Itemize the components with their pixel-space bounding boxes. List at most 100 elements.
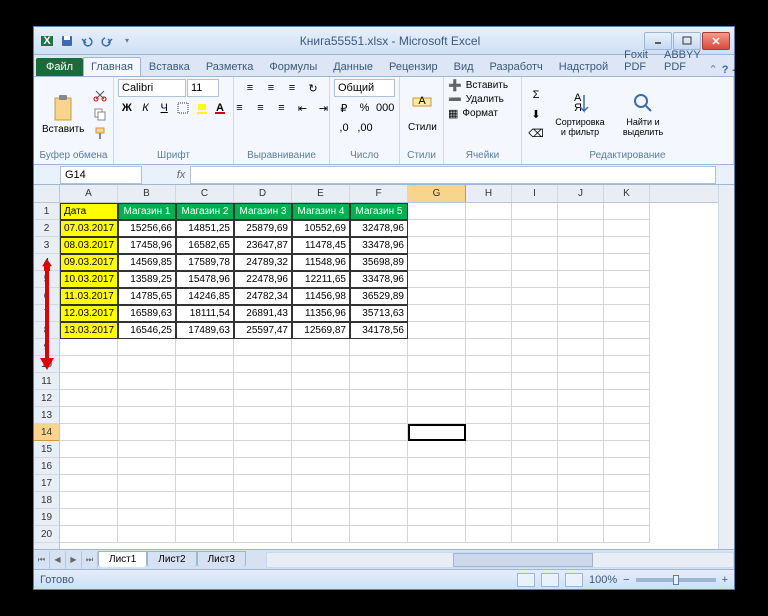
cell[interactable]: 15256,66 — [118, 220, 176, 237]
cell[interactable] — [234, 441, 292, 458]
cell[interactable]: 24782,34 — [234, 288, 292, 305]
doc-restore-icon[interactable]: ▢ — [743, 63, 753, 76]
cell[interactable] — [408, 526, 466, 543]
cell[interactable] — [604, 288, 650, 305]
cell[interactable] — [350, 509, 408, 526]
cell[interactable] — [604, 203, 650, 220]
cell[interactable] — [558, 254, 604, 271]
cell[interactable] — [604, 220, 650, 237]
sheet-tab[interactable]: Лист1 — [98, 551, 147, 567]
cell[interactable] — [408, 271, 466, 288]
tab-developer[interactable]: Разработч — [482, 57, 551, 76]
number-format-combo[interactable]: Общий — [334, 79, 395, 97]
tab-formulas[interactable]: Формулы — [261, 57, 325, 76]
doc-minimize-icon[interactable]: – — [732, 64, 738, 76]
cell[interactable] — [350, 458, 408, 475]
row-header[interactable]: 18 — [34, 492, 59, 509]
cell[interactable] — [558, 203, 604, 220]
redo-icon[interactable] — [98, 32, 116, 50]
cell[interactable]: 32478,96 — [350, 220, 408, 237]
cell[interactable] — [512, 509, 558, 526]
cell[interactable] — [512, 526, 558, 543]
ribbon-minimize-icon[interactable]: ⌃ — [709, 63, 718, 76]
cell[interactable] — [118, 373, 176, 390]
percent-icon[interactable]: % — [355, 99, 375, 117]
autosum-icon[interactable]: Σ — [526, 86, 546, 104]
cell[interactable] — [292, 373, 350, 390]
align-bot-icon[interactable]: ≡ — [282, 79, 302, 97]
cell[interactable]: 33478,96 — [350, 271, 408, 288]
cell[interactable] — [350, 407, 408, 424]
cell[interactable] — [408, 424, 466, 441]
tab-insert[interactable]: Вставка — [141, 57, 198, 76]
cell[interactable] — [466, 254, 512, 271]
cell[interactable]: 08.03.2017 — [60, 237, 118, 254]
cell[interactable] — [512, 237, 558, 254]
cell[interactable]: Магазин 1 — [118, 203, 176, 220]
cell[interactable]: Дата — [60, 203, 118, 220]
cell[interactable] — [604, 271, 650, 288]
formula-bar[interactable] — [190, 166, 716, 184]
cell[interactable] — [408, 203, 466, 220]
select-all-corner[interactable] — [34, 185, 59, 203]
column-header[interactable]: K — [604, 185, 650, 202]
cell[interactable] — [512, 407, 558, 424]
cell[interactable] — [60, 424, 118, 441]
cell[interactable] — [118, 390, 176, 407]
cell[interactable] — [408, 475, 466, 492]
column-header[interactable]: I — [512, 185, 558, 202]
font-color-icon[interactable]: A — [211, 99, 229, 117]
align-center-icon[interactable]: ≡ — [251, 99, 271, 117]
tab-data[interactable]: Данные — [325, 57, 381, 76]
row-header[interactable]: 2 — [34, 220, 59, 237]
fill-color-icon[interactable] — [193, 99, 211, 117]
undo-icon[interactable] — [78, 32, 96, 50]
cell[interactable]: 10.03.2017 — [60, 271, 118, 288]
cell[interactable] — [604, 509, 650, 526]
tab-home[interactable]: Главная — [83, 57, 141, 76]
cell[interactable] — [512, 288, 558, 305]
cell[interactable] — [512, 271, 558, 288]
cell[interactable] — [558, 492, 604, 509]
cell[interactable] — [292, 441, 350, 458]
zoom-out-icon[interactable]: − — [623, 574, 629, 586]
name-box[interactable]: G14 — [60, 166, 142, 184]
cell[interactable] — [604, 390, 650, 407]
cell[interactable] — [466, 441, 512, 458]
cell[interactable] — [408, 373, 466, 390]
cell[interactable] — [466, 492, 512, 509]
cell[interactable] — [60, 509, 118, 526]
cell[interactable] — [512, 458, 558, 475]
cell[interactable]: 25879,69 — [234, 220, 292, 237]
sheet-tab[interactable]: Лист2 — [147, 551, 196, 567]
cell[interactable] — [408, 356, 466, 373]
fill-icon[interactable]: ⬇ — [526, 105, 546, 123]
excel-icon[interactable]: X — [38, 32, 56, 50]
comma-icon[interactable]: 000 — [375, 99, 395, 117]
italic-icon[interactable]: К — [137, 99, 155, 117]
cell[interactable]: 15478,96 — [176, 271, 234, 288]
cell[interactable] — [466, 526, 512, 543]
cell[interactable] — [558, 322, 604, 339]
cell[interactable]: 26891,43 — [234, 305, 292, 322]
align-mid-icon[interactable]: ≡ — [261, 79, 281, 97]
cell[interactable] — [234, 458, 292, 475]
cell[interactable] — [118, 492, 176, 509]
orientation-icon[interactable]: ↻ — [303, 79, 323, 97]
cell[interactable] — [558, 356, 604, 373]
column-header[interactable]: A — [60, 185, 118, 202]
cell[interactable] — [292, 407, 350, 424]
column-header[interactable]: F — [350, 185, 408, 202]
cell[interactable]: 12.03.2017 — [60, 305, 118, 322]
cell[interactable] — [176, 356, 234, 373]
view-normal-icon[interactable] — [517, 573, 535, 587]
delete-cells-button[interactable]: ➖Удалить — [448, 93, 517, 106]
cell[interactable] — [234, 509, 292, 526]
cell[interactable] — [292, 475, 350, 492]
align-right-icon[interactable]: ≡ — [272, 99, 292, 117]
cell[interactable] — [558, 220, 604, 237]
cell[interactable]: 24789,32 — [234, 254, 292, 271]
sort-filter-button[interactable]: AЯ Сортировка и фильтр — [548, 89, 612, 139]
cell[interactable] — [512, 373, 558, 390]
bold-icon[interactable]: Ж — [118, 99, 136, 117]
